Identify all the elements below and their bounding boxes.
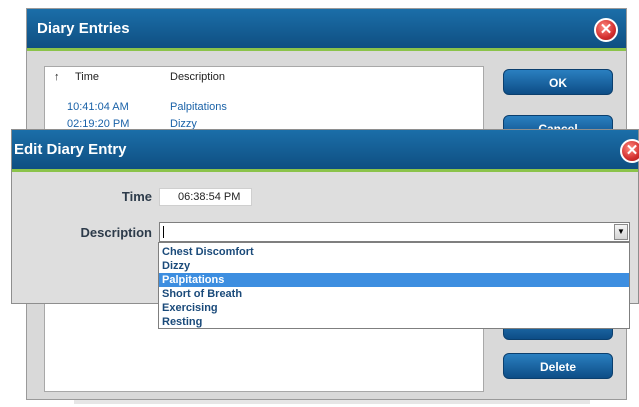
window-shadow (74, 400, 590, 404)
description-combobox[interactable]: ▼ (159, 222, 630, 242)
dropdown-option[interactable]: Resting (159, 315, 629, 329)
diary-entries-close-icon[interactable]: ✕ (594, 18, 618, 42)
time-label: Time (121, 189, 152, 204)
dropdown-option[interactable]: Chest Discomfort (159, 245, 629, 259)
ok-button[interactable]: OK (503, 69, 613, 95)
edit-diary-entry-title: Edit Diary Entry (14, 141, 127, 158)
delete-button[interactable]: Delete (503, 353, 613, 379)
list-header: ↑ Time Description (45, 67, 483, 89)
description-dropdown-list[interactable]: Chest Discomfort Dizzy Palpitations Shor… (158, 242, 630, 329)
list-item-time: 10:41:04 AM (67, 101, 129, 113)
dropdown-option-selected[interactable]: Palpitations (159, 273, 629, 287)
diary-entries-title: Diary Entries (37, 20, 130, 37)
diary-entries-titlebar: Diary Entries ✕ (27, 9, 626, 51)
edit-diary-entry-titlebar: Edit Diary Entry ✕ (12, 130, 639, 172)
column-header-description[interactable]: Description (170, 71, 225, 83)
sort-ascending-icon[interactable]: ↑ (54, 71, 60, 83)
text-caret (163, 226, 164, 238)
dropdown-option[interactable]: Exercising (159, 301, 629, 315)
list-item-description: Palpitations (170, 101, 227, 113)
column-header-time[interactable]: Time (75, 71, 99, 83)
dropdown-option[interactable]: Dizzy (159, 259, 629, 273)
edit-dialog-close-icon[interactable]: ✕ (620, 139, 639, 163)
description-label: Description (80, 225, 152, 240)
time-field[interactable]: 06:38:54 PM (159, 188, 252, 206)
list-item[interactable]: 10:41:04 AM Palpitations (45, 101, 483, 117)
dropdown-option[interactable]: Short of Breath (159, 287, 629, 301)
chevron-down-icon[interactable]: ▼ (614, 224, 628, 240)
